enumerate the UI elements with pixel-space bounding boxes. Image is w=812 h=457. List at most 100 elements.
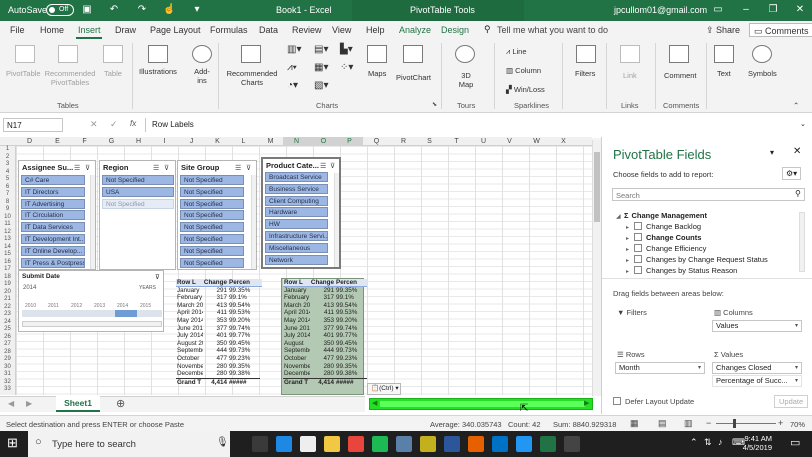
- row-header[interactable]: 17: [0, 266, 15, 274]
- photos-icon[interactable]: [396, 436, 412, 452]
- expand-icon[interactable]: ▸: [626, 257, 634, 264]
- scatter-chart-icon[interactable]: ⁘▾: [340, 62, 353, 73]
- slicer-item[interactable]: HW: [265, 219, 328, 230]
- slicer-scrollbar[interactable]: [90, 175, 95, 269]
- pivot-table-2[interactable]: Row L Change Percen January 291 99.35% Februar…: [283, 279, 367, 395]
- pivot-table-1[interactable]: Row L Change Percen January 291 99.35% Februar…: [176, 279, 262, 395]
- zoom-slider[interactable]: [716, 423, 776, 424]
- pivot-row[interactable]: April 2014 411 99.53%: [283, 309, 367, 317]
- slicer-item[interactable]: Not Specified: [180, 245, 244, 256]
- clear-filter-icon[interactable]: ⊽: [85, 164, 90, 172]
- zoom-level[interactable]: 70%: [790, 420, 805, 429]
- vertical-scrollbar[interactable]: [592, 140, 601, 396]
- pivottable-button[interactable]: PivotTable: [6, 69, 41, 78]
- pivot-header-cell[interactable]: Change: [310, 279, 334, 287]
- slicer-item[interactable]: Not Specified: [180, 234, 244, 244]
- spotify-icon[interactable]: [372, 436, 388, 452]
- pane-close-icon[interactable]: ✕: [793, 146, 801, 157]
- values-field-changes-closed[interactable]: Changes Closed ▾: [712, 362, 802, 374]
- row-header[interactable]: 19: [0, 281, 15, 289]
- insert-function-icon[interactable]: fx: [130, 119, 136, 128]
- column-header[interactable]: S: [416, 137, 443, 146]
- clear-filter-icon[interactable]: ⊽: [246, 164, 251, 172]
- pivot-row[interactable]: October 477 99.23%: [176, 355, 260, 363]
- pivot-total-row[interactable]: Grand T 4,414 #####: [283, 377, 367, 386]
- 3d-map-button[interactable]: 3D Map: [458, 71, 474, 89]
- update-button[interactable]: Update: [774, 395, 809, 408]
- slicer-item[interactable]: IT Press & Postpress: [21, 257, 85, 268]
- chrome-icon[interactable]: [348, 436, 364, 452]
- slicer-item[interactable]: USA: [102, 186, 174, 197]
- row-header[interactable]: 6: [0, 184, 15, 192]
- mail-icon[interactable]: [300, 436, 316, 452]
- tell-me-input[interactable]: Tell me what you want to do: [497, 25, 608, 35]
- pivot-row[interactable]: May 2014 353 99.20%: [176, 317, 260, 325]
- waterfall-chart-icon[interactable]: ▙▾: [340, 44, 353, 55]
- row-header[interactable]: 15: [0, 251, 15, 259]
- undo-icon[interactable]: ↶: [108, 4, 120, 16]
- tab-page-layout[interactable]: Page Layout: [150, 25, 201, 35]
- slicer-item[interactable]: Not Specified: [180, 210, 244, 221]
- slicer-item[interactable]: IT Circulation: [21, 210, 85, 221]
- save-icon[interactable]: ▣: [81, 4, 93, 16]
- slicer-item[interactable]: Not Specified: [180, 198, 244, 209]
- column-header[interactable]: L: [230, 137, 257, 146]
- pivot-row[interactable]: September 44499.73%: [176, 347, 260, 355]
- pivot-row[interactable]: August 350 99.45%: [283, 340, 367, 348]
- symbols-button[interactable]: Symbols: [748, 69, 777, 78]
- page-layout-view-icon[interactable]: ▤: [658, 418, 667, 429]
- multi-select-icon[interactable]: ☰: [320, 162, 326, 170]
- comments-button[interactable]: ▭ Comments: [749, 23, 812, 37]
- slicer-item[interactable]: Not Specified: [102, 175, 174, 185]
- slicer-scrollbar[interactable]: [251, 175, 256, 269]
- network-icon[interactable]: ⇅: [704, 437, 712, 448]
- pivot-row[interactable]: January 291 99.35%: [283, 287, 367, 295]
- slicer-item[interactable]: Infrastructure Servi...: [265, 231, 328, 241]
- slicer-item[interactable]: Business Service: [265, 183, 328, 194]
- chevron-down-icon[interactable]: ▾: [795, 363, 798, 373]
- share-button[interactable]: ⇪ Share: [706, 23, 740, 37]
- row-header[interactable]: 28: [0, 349, 15, 357]
- pivot-header-cell[interactable]: Percen: [336, 279, 366, 287]
- values-field-percentage[interactable]: Percentage of Succ... ▾: [712, 375, 802, 387]
- column-header[interactable]: K: [204, 137, 231, 146]
- comment-button[interactable]: Comment: [664, 71, 697, 80]
- column-header[interactable]: P: [336, 137, 363, 146]
- chevron-down-icon[interactable]: ▾: [698, 363, 701, 373]
- columns-field-values[interactable]: Values ▾: [712, 320, 802, 332]
- pivot-header-cell[interactable]: Row L: [177, 279, 203, 287]
- pivotchart-button[interactable]: PivotChart: [396, 73, 431, 82]
- restore-icon[interactable]: ❐: [767, 4, 779, 16]
- row-header[interactable]: 3: [0, 161, 15, 169]
- slicer-item[interactable]: Not Specified: [180, 175, 244, 185]
- pivot-row[interactable]: March 2014 41399.54%: [176, 302, 260, 310]
- illustrations-button[interactable]: Illustrations: [139, 67, 177, 76]
- slicer-item[interactable]: Not Specified: [180, 257, 244, 268]
- column-header[interactable]: T: [443, 137, 470, 146]
- pivot-row[interactable]: June 2014 37799.74%: [176, 325, 260, 333]
- expand-icon[interactable]: ▸: [626, 246, 634, 253]
- close-icon[interactable]: ✕: [794, 4, 806, 16]
- field-search-input[interactable]: Search: [612, 188, 805, 201]
- column-header[interactable]: Q: [363, 137, 390, 146]
- pie-chart-icon[interactable]: ◔▾: [287, 80, 298, 91]
- tools-gear-icon[interactable]: ⚙▾: [782, 167, 802, 180]
- checkbox[interactable]: [613, 397, 621, 405]
- table-button[interactable]: Table: [104, 69, 122, 78]
- field-checkbox[interactable]: [634, 233, 642, 241]
- tab-formulas[interactable]: Formulas: [210, 25, 248, 35]
- excel-icon[interactable]: [540, 436, 556, 452]
- field-item[interactable]: ▸ Change Efficiency: [626, 244, 706, 253]
- line-chart-icon[interactable]: ⩘▾: [287, 62, 297, 73]
- row-header[interactable]: 1: [0, 146, 15, 154]
- zoom-in-icon[interactable]: +: [778, 418, 783, 428]
- combo-chart-icon[interactable]: ▧▾: [314, 80, 328, 91]
- scroll-sheets-left-icon[interactable]: ◀: [8, 399, 14, 408]
- expand-icon[interactable]: ▸: [626, 224, 634, 231]
- row-header[interactable]: 14: [0, 244, 15, 252]
- pivot-total-row[interactable]: Grand T 4,414 #####: [176, 377, 260, 386]
- field-checkbox[interactable]: [634, 244, 642, 252]
- sparkline-winloss-button[interactable]: ▞ Win/Loss: [506, 85, 545, 94]
- pivot-header-cell[interactable]: Percen: [229, 279, 259, 287]
- name-box[interactable]: N17: [3, 118, 63, 132]
